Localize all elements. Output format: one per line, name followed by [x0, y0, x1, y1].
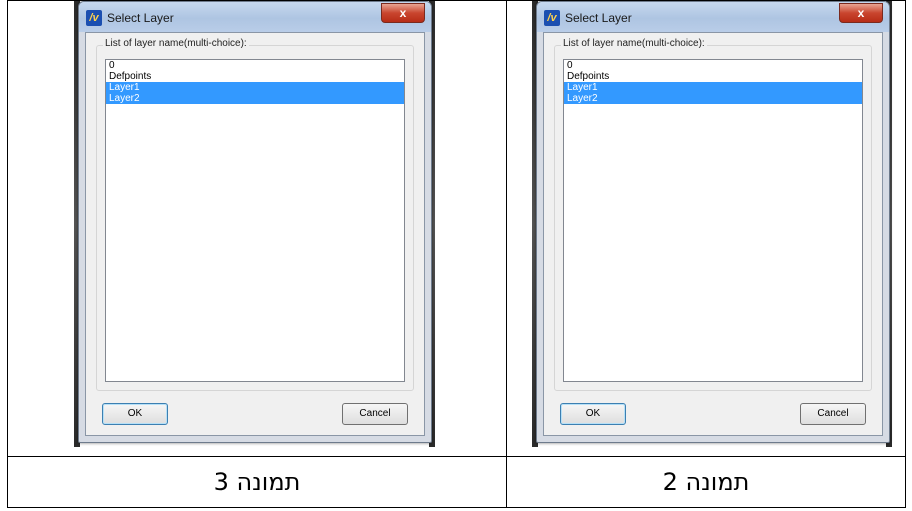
- dialog-title: Select Layer: [565, 11, 632, 25]
- ok-button[interactable]: OK: [102, 403, 168, 425]
- app-icon: /v: [544, 10, 560, 26]
- dialog-title: Select Layer: [107, 11, 174, 25]
- dialog-titlebar[interactable]: /v Select Layer x: [79, 2, 431, 32]
- layer-listbox[interactable]: 0 Defpoints Layer1 Layer2: [105, 59, 405, 382]
- screenshot-cell-left: /v Select Layer x List of layer name(mul…: [8, 1, 506, 456]
- layer-listbox[interactable]: 0 Defpoints Layer1 Layer2: [563, 59, 863, 382]
- ok-button[interactable]: OK: [560, 403, 626, 425]
- dialog-body: List of layer name(multi-choice): 0 Defp…: [85, 32, 425, 436]
- caption-left: תמונה 3: [213, 468, 301, 496]
- list-item[interactable]: Defpoints: [106, 71, 404, 82]
- layer-groupbox: List of layer name(multi-choice): 0 Defp…: [554, 38, 872, 391]
- app-icon: /v: [86, 10, 102, 26]
- group-label: List of layer name(multi-choice):: [561, 38, 707, 49]
- list-item[interactable]: Defpoints: [564, 71, 862, 82]
- cancel-button[interactable]: Cancel: [800, 403, 866, 425]
- select-layer-dialog: /v Select Layer x List of layer name(mul…: [78, 1, 432, 443]
- list-item[interactable]: Layer2: [106, 93, 404, 104]
- list-item[interactable]: 0: [106, 60, 404, 71]
- layer-groupbox: List of layer name(multi-choice): 0 Defp…: [96, 38, 414, 391]
- screenshot-table: /v Select Layer x List of layer name(mul…: [7, 0, 906, 508]
- caption-right: תמונה 2: [662, 468, 750, 496]
- group-label: List of layer name(multi-choice):: [103, 38, 249, 49]
- close-button[interactable]: x: [381, 3, 425, 23]
- select-layer-dialog: /v Select Layer x List of layer name(mul…: [536, 1, 890, 443]
- screenshot-cell-right: /v Select Layer x List of layer name(mul…: [507, 1, 905, 456]
- cancel-button[interactable]: Cancel: [342, 403, 408, 425]
- list-item[interactable]: Layer1: [106, 82, 404, 93]
- list-item[interactable]: 0: [564, 60, 862, 71]
- list-item[interactable]: Layer1: [564, 82, 862, 93]
- dialog-titlebar[interactable]: /v Select Layer x: [537, 2, 889, 32]
- dialog-body: List of layer name(multi-choice): 0 Defp…: [543, 32, 883, 436]
- close-button[interactable]: x: [839, 3, 883, 23]
- list-item[interactable]: Layer2: [564, 93, 862, 104]
